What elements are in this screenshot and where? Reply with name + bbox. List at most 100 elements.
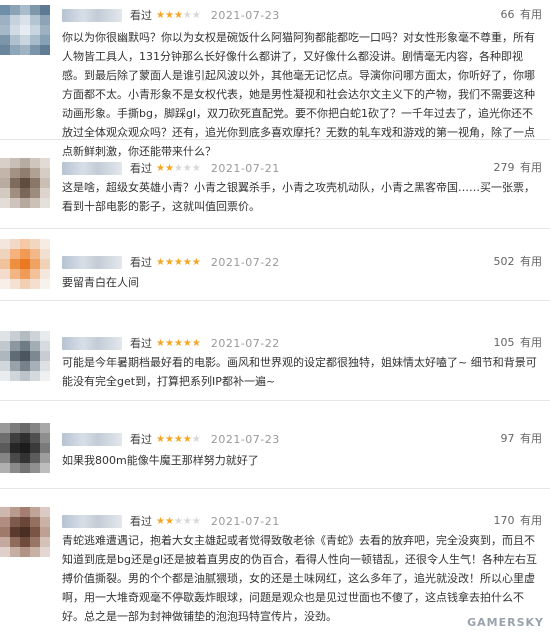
star-filled-icon: ★ (164, 9, 174, 21)
username-blurred[interactable] (62, 432, 122, 446)
avatar-pixel (10, 279, 20, 289)
avatar-pixel (20, 331, 30, 341)
avatar-pixel (10, 269, 20, 279)
avatar-pixel (40, 45, 50, 55)
avatar-pixel (40, 463, 50, 473)
avatar-pixel (20, 453, 30, 463)
rating-stars: ★★★★★ (156, 10, 201, 21)
avatar-pixel (0, 453, 10, 463)
useful-button[interactable]: 502 有用 (494, 253, 543, 269)
avatar-pixel (20, 158, 30, 168)
avatar-pixel (20, 269, 30, 279)
avatar-pixel (20, 361, 30, 371)
star-empty-icon: ★ (191, 9, 201, 21)
useful-count: 66 (500, 8, 515, 21)
avatar-pixel (0, 168, 10, 178)
avatar-pixel (10, 25, 20, 35)
avatar-pixel (10, 517, 20, 527)
rating-stars: ★★★★★ (156, 163, 201, 174)
avatar-pixel (10, 361, 20, 371)
avatar-pixel (10, 15, 20, 25)
avatar-pixel (20, 547, 30, 557)
rating-stars: ★★★★★ (156, 434, 201, 445)
star-filled-icon: ★ (191, 337, 201, 349)
avatar-pixel (40, 279, 50, 289)
avatar-pixel (0, 361, 10, 371)
avatar-pixel (40, 188, 50, 198)
avatar-pixel (40, 537, 50, 547)
avatar-pixel (30, 463, 40, 473)
useful-button[interactable]: 279 有用 (494, 159, 543, 175)
star-empty-icon: ★ (191, 162, 201, 174)
avatar-pixel (40, 371, 50, 381)
username-blurred[interactable] (62, 514, 122, 528)
avatar-pixel (10, 188, 20, 198)
avatar-pixel (0, 423, 10, 433)
useful-button[interactable]: 66 有用 (501, 6, 543, 22)
review-date: 2021-07-23 (210, 432, 280, 446)
avatar-pixel (30, 178, 40, 188)
avatar-pixel (30, 537, 40, 547)
avatar-pixel (0, 463, 10, 473)
avatar-pixel (0, 178, 10, 188)
avatar[interactable] (0, 158, 50, 208)
avatar-pixel (30, 517, 40, 527)
username-blurred[interactable] (62, 161, 122, 175)
avatar-pixel (20, 249, 30, 259)
rating-stars: ★★★★★ (156, 516, 201, 527)
avatar[interactable] (0, 507, 50, 557)
avatar-pixel (10, 341, 20, 351)
avatar-pixel (10, 507, 20, 517)
review-card: 看过 ★★★★★ 2021-07-23 97 有用 如果我800m能像牛魔王那样… (0, 401, 550, 489)
avatar-pixel (30, 239, 40, 249)
avatar-pixel (10, 35, 20, 45)
avatar-pixel (30, 198, 40, 208)
avatar-pixel (10, 371, 20, 381)
avatar-pixel (30, 15, 40, 25)
avatar-pixel (0, 433, 10, 443)
rating-stars: ★★★★★ (156, 338, 201, 349)
avatar-pixel (20, 463, 30, 473)
star-filled-icon: ★ (173, 9, 183, 21)
review-date: 2021-07-22 (210, 336, 280, 350)
avatar-pixel (40, 35, 50, 45)
avatar[interactable] (0, 239, 50, 289)
avatar-pixel (20, 279, 30, 289)
avatar-pixel (30, 371, 40, 381)
review-card: 看过 ★★★★★ 2021-07-21 279 有用 这是啥，超级女英雄小青？小… (0, 140, 550, 229)
star-empty-icon: ★ (191, 433, 201, 445)
watched-label: 看过 (130, 9, 152, 22)
username-blurred[interactable] (62, 255, 122, 269)
avatar-pixel (0, 517, 10, 527)
avatar-pixel (40, 423, 50, 433)
avatar-pixel (20, 259, 30, 269)
avatar-pixel (0, 371, 10, 381)
star-empty-icon: ★ (173, 515, 183, 527)
useful-button[interactable]: 97 有用 (501, 430, 543, 446)
useful-button[interactable]: 170 有用 (494, 512, 543, 528)
avatar-pixel (30, 453, 40, 463)
avatar-pixel (20, 239, 30, 249)
star-filled-icon: ★ (156, 162, 165, 174)
avatar[interactable] (0, 5, 50, 55)
avatar-pixel (10, 259, 20, 269)
avatar-pixel (0, 507, 10, 517)
username-blurred[interactable] (62, 336, 122, 350)
useful-button[interactable]: 105 有用 (494, 334, 543, 350)
avatar-pixel (40, 259, 50, 269)
avatar-pixel (0, 35, 10, 45)
avatar[interactable] (0, 331, 50, 381)
avatar-pixel (20, 517, 30, 527)
review-date: 2021-07-21 (210, 514, 280, 528)
useful-label: 有用 (520, 161, 542, 174)
avatar-pixel (10, 178, 20, 188)
username-blurred[interactable] (62, 8, 122, 22)
avatar-pixel (0, 188, 10, 198)
avatar-pixel (20, 443, 30, 453)
avatar-pixel (10, 168, 20, 178)
avatar-pixel (20, 5, 30, 15)
avatar-pixel (40, 527, 50, 537)
watched-label: 看过 (130, 337, 152, 350)
avatar-pixel (40, 507, 50, 517)
avatar[interactable] (0, 423, 50, 473)
